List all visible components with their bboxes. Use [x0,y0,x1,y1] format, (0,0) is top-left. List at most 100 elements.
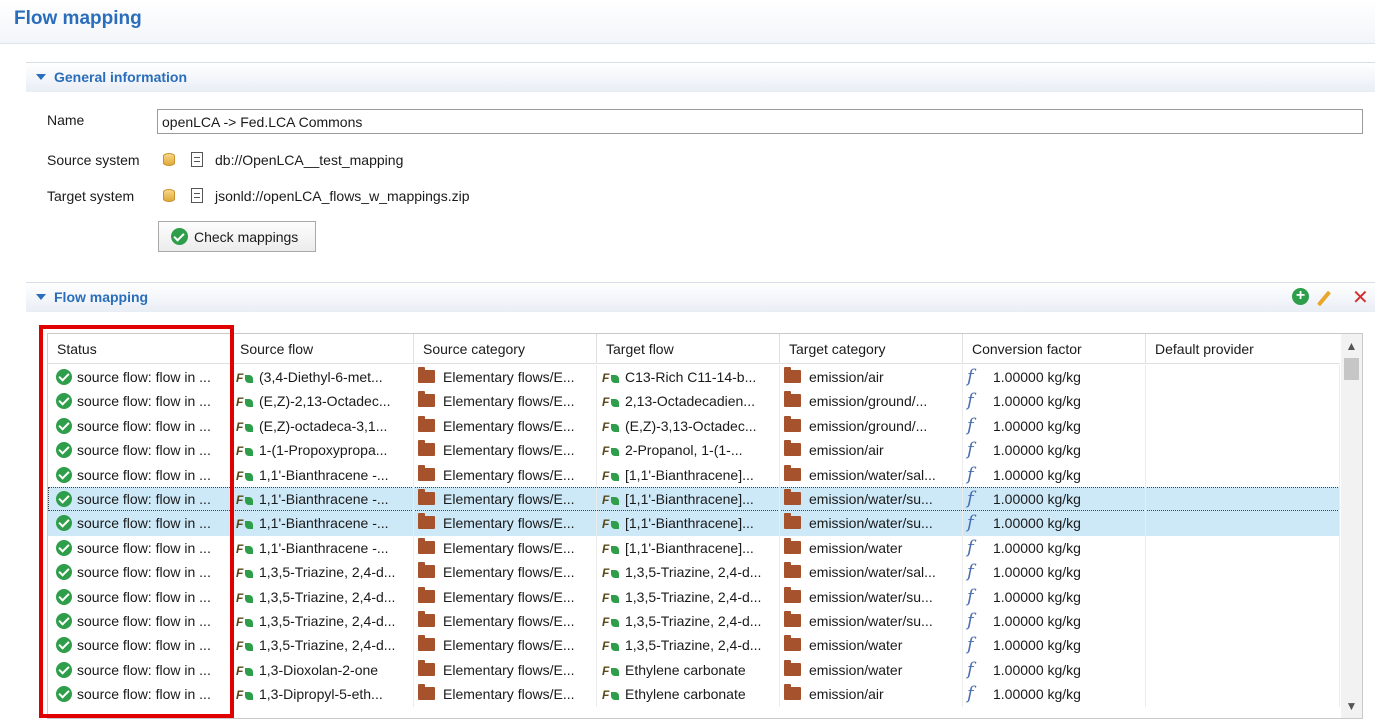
target-flow-cell[interactable]: F 1,3,5-Triazine, 2,4-d... [597,560,780,585]
table-row[interactable]: source flow: flow in ... F (E,Z)-2,13-Octa… [48,389,1340,414]
conversion-factor-cell[interactable]: f 1.00000 kg/kg [963,438,1146,463]
status-cell[interactable]: source flow: flow in ... [48,413,231,439]
table-row[interactable]: source flow: flow in ... F (E,Z)-octadeca-… [48,413,1340,439]
collapse-triangle-icon[interactable] [36,294,46,300]
table-row[interactable]: source flow: flow in ... F 1-(1-Propoxypro… [48,438,1340,463]
source-flow-cell[interactable]: F 1,1'-Bianthracene -... [231,462,414,487]
target-flow-cell[interactable]: F 1,3,5-Triazine, 2,4-d... [597,584,780,609]
source-flow-cell[interactable]: F 1,1'-Bianthracene -... [231,535,414,561]
table-row[interactable]: source flow: flow in ... F 1,3,5-Triazine,… [48,609,1340,634]
source-flow-cell[interactable]: F (E,Z)-octadeca-3,1... [231,413,414,439]
default-provider-cell[interactable] [1146,682,1340,707]
status-cell[interactable]: source flow: flow in ... [48,560,231,585]
default-provider-cell[interactable] [1146,413,1340,439]
source-category-cell[interactable]: Elementary flows/E... [414,389,597,414]
target-category-cell[interactable]: emission/air [780,365,963,390]
status-cell[interactable]: source flow: flow in ... [48,389,231,414]
conversion-factor-cell[interactable]: f 1.00000 kg/kg [963,487,1146,512]
target-category-cell[interactable]: emission/water [780,657,963,683]
status-cell[interactable]: source flow: flow in ... [48,633,231,658]
table-row[interactable]: source flow: flow in ... F (3,4-Diethyl-6-… [48,365,1340,390]
source-category-cell[interactable]: Elementary flows/E... [414,438,597,463]
conversion-factor-cell[interactable]: f 1.00000 kg/kg [963,535,1146,561]
table-row[interactable]: source flow: flow in ... F 1,1'-Bianthrace… [48,487,1340,512]
status-cell[interactable]: source flow: flow in ... [48,462,231,487]
column-header-status[interactable]: Status [48,334,231,364]
target-category-cell[interactable]: emission/water/sal... [780,560,963,585]
source-category-cell[interactable]: Elementary flows/E... [414,487,597,512]
status-cell[interactable]: source flow: flow in ... [48,584,231,609]
target-flow-cell[interactable]: F [1,1'-Bianthracene]... [597,511,780,536]
target-category-cell[interactable]: emission/water/su... [780,584,963,609]
name-field[interactable] [157,109,1363,134]
default-provider-cell[interactable] [1146,365,1340,390]
default-provider-cell[interactable] [1146,609,1340,634]
conversion-factor-cell[interactable]: f 1.00000 kg/kg [963,413,1146,439]
target-category-cell[interactable]: emission/water/su... [780,487,963,512]
source-flow-cell[interactable]: F 1,1'-Bianthracene -... [231,487,414,512]
status-cell[interactable]: source flow: flow in ... [48,365,231,390]
table-row[interactable]: source flow: flow in ... F 1,1'-Bianthrace… [48,511,1340,536]
target-flow-cell[interactable]: F C13-Rich C11-14-b... [597,365,780,390]
source-flow-cell[interactable]: F (E,Z)-2,13-Octadec... [231,389,414,414]
status-cell[interactable]: source flow: flow in ... [48,609,231,634]
conversion-factor-cell[interactable]: f 1.00000 kg/kg [963,609,1146,634]
source-flow-cell[interactable]: F 1,3-Dipropyl-5-eth... [231,682,414,707]
source-system-link[interactable]: db://OpenLCA__test_mapping [215,152,403,168]
general-information-section-header[interactable]: General information [26,62,1375,92]
table-row[interactable]: source flow: flow in ... F 1,1'-Bianthrace… [48,462,1340,487]
table-row[interactable]: source flow: flow in ... F 1,3,5-Triazine,… [48,633,1340,658]
target-category-cell[interactable]: emission/water/sal... [780,462,963,487]
conversion-factor-cell[interactable]: f 1.00000 kg/kg [963,560,1146,585]
source-category-cell[interactable]: Elementary flows/E... [414,633,597,658]
source-flow-cell[interactable]: F (3,4-Diethyl-6-met... [231,365,414,390]
target-flow-cell[interactable]: F 1,3,5-Triazine, 2,4-d... [597,633,780,658]
status-cell[interactable]: source flow: flow in ... [48,511,231,536]
target-flow-cell[interactable]: F (E,Z)-3,13-Octadec... [597,413,780,439]
table-row[interactable]: source flow: flow in ... F 1,3,5-Triazine,… [48,560,1340,585]
table-row[interactable]: source flow: flow in ... F 1,3,5-Triazine,… [48,584,1340,609]
table-row[interactable]: source flow: flow in ... F 1,3-Dioxolan-2-… [48,657,1340,683]
source-flow-cell[interactable]: F 1,3,5-Triazine, 2,4-d... [231,633,414,658]
target-flow-cell[interactable]: F 1,3,5-Triazine, 2,4-d... [597,609,780,634]
source-category-cell[interactable]: Elementary flows/E... [414,609,597,634]
default-provider-cell[interactable] [1146,657,1340,683]
target-flow-cell[interactable]: F Ethylene carbonate [597,657,780,683]
target-flow-cell[interactable]: F [1,1'-Bianthracene]... [597,535,780,561]
status-cell[interactable]: source flow: flow in ... [48,535,231,561]
target-category-cell[interactable]: emission/ground/... [780,389,963,414]
source-category-cell[interactable]: Elementary flows/E... [414,657,597,683]
default-provider-cell[interactable] [1146,389,1340,414]
delete-icon[interactable]: ✕ [1352,285,1369,310]
conversion-factor-cell[interactable]: f 1.00000 kg/kg [963,365,1146,390]
add-icon[interactable]: + [1292,288,1309,305]
target-flow-cell[interactable]: F 2-Propanol, 1-(1-... [597,438,780,463]
source-category-cell[interactable]: Elementary flows/E... [414,584,597,609]
target-flow-cell[interactable]: F [1,1'-Bianthracene]... [597,487,780,512]
conversion-factor-cell[interactable]: f 1.00000 kg/kg [963,584,1146,609]
source-category-cell[interactable]: Elementary flows/E... [414,511,597,536]
source-category-cell[interactable]: Elementary flows/E... [414,462,597,487]
source-flow-cell[interactable]: F 1,1'-Bianthracene -... [231,511,414,536]
target-category-cell[interactable]: emission/water [780,535,963,561]
flow-mapping-section-header[interactable]: Flow mapping [26,282,1375,312]
target-category-cell[interactable]: emission/ground/... [780,413,963,439]
target-category-cell[interactable]: emission/air [780,438,963,463]
conversion-factor-cell[interactable]: f 1.00000 kg/kg [963,657,1146,683]
default-provider-cell[interactable] [1146,511,1340,536]
status-cell[interactable]: source flow: flow in ... [48,438,231,463]
source-flow-cell[interactable]: F 1,3,5-Triazine, 2,4-d... [231,560,414,585]
source-flow-cell[interactable]: F 1-(1-Propoxypropa... [231,438,414,463]
collapse-triangle-icon[interactable] [36,74,46,80]
status-cell[interactable]: source flow: flow in ... [48,657,231,683]
conversion-factor-cell[interactable]: f 1.00000 kg/kg [963,682,1146,707]
source-flow-cell[interactable]: F 1,3,5-Triazine, 2,4-d... [231,609,414,634]
target-category-cell[interactable]: emission/water/su... [780,511,963,536]
default-provider-cell[interactable] [1146,535,1340,561]
column-header-default-provider[interactable]: Default provider [1146,334,1340,364]
source-category-cell[interactable]: Elementary flows/E... [414,682,597,707]
column-header-target-category[interactable]: Target category [780,334,963,364]
table-row[interactable]: source flow: flow in ... F 1,3-Dipropyl-5-… [48,682,1340,707]
default-provider-cell[interactable] [1146,560,1340,585]
scroll-thumb[interactable] [1344,358,1359,380]
